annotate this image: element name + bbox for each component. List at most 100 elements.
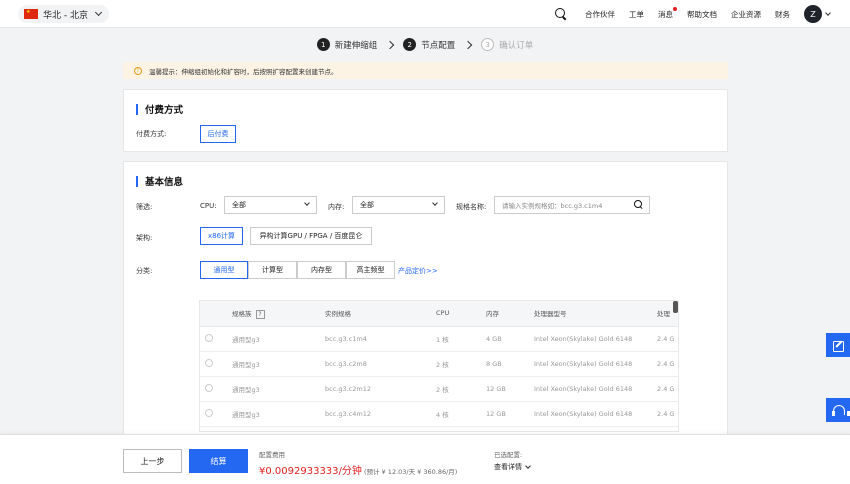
search-icon[interactable] xyxy=(555,8,567,20)
headset-icon xyxy=(832,404,850,416)
feedback-button[interactable] xyxy=(826,333,850,357)
memory-select[interactable]: 全部 xyxy=(352,196,445,214)
nav-tickets[interactable]: 工单 xyxy=(629,9,644,20)
tip-text: 温馨提示：伸缩组初始化和扩容时，后按照扩容配置来创建节点。 xyxy=(149,67,338,76)
product-pricing-link[interactable]: 产品定价>> xyxy=(398,266,438,276)
category-compute[interactable]: 计算型 xyxy=(248,261,297,279)
cell-cpu: 2 核 xyxy=(431,351,481,377)
cell-processor: Intel Xeon(Skylake) Gold 6148 xyxy=(529,376,652,402)
cell-cpu: 4 核 xyxy=(431,401,481,427)
cell-memory: 4 GB xyxy=(481,326,529,352)
cell-frequency: 2.4 G xyxy=(652,351,678,377)
radio-button[interactable] xyxy=(205,383,213,392)
basic-info-title-text: 基本信息 xyxy=(145,177,184,188)
step-1: 1 新建伸缩组 xyxy=(316,38,378,51)
cell-memory: 8 GB xyxy=(481,351,529,377)
selected-config-label: 已选配置: xyxy=(494,451,523,459)
nav-messages-label: 消息 xyxy=(658,9,673,19)
nav-help-docs[interactable]: 帮助文档 xyxy=(687,9,717,20)
cell-spec-family: 通用型g3 xyxy=(227,376,320,402)
notification-dot xyxy=(673,6,677,11)
region-selector[interactable]: 华北 - 北京 xyxy=(18,5,109,23)
nav-messages[interactable]: 消息 xyxy=(658,6,677,20)
cell-cpu: 1 核 xyxy=(431,326,481,352)
cell-instance-spec: bcc.g3.c4m12 xyxy=(320,401,431,427)
settle-button[interactable]: 结算 xyxy=(189,449,248,473)
fee-estimate: (预计 ¥ 12.03/天 ¥ 360.86/月) xyxy=(364,468,458,476)
previous-step-button[interactable]: 上一步 xyxy=(123,449,182,473)
row-select[interactable] xyxy=(200,376,227,402)
spec-search-button[interactable] xyxy=(629,197,649,213)
category-label: 分类: xyxy=(136,267,153,275)
edit-icon xyxy=(832,340,844,352)
payment-title-text: 付费方式 xyxy=(145,105,184,116)
fee-value: ¥0.0092933333/分钟 xyxy=(259,466,362,477)
category-high-frequency[interactable]: 高主频型 xyxy=(346,261,395,279)
cell-processor: Intel Xeon(Skylake) Gold 6148 xyxy=(529,401,652,427)
table-row[interactable]: 通用型g3 bcc.g3.c1m4 1 核 4 GB Intel Xeon(Sk… xyxy=(200,326,678,352)
customer-service-button[interactable] xyxy=(826,398,850,422)
header-select xyxy=(200,301,227,327)
instance-spec-table: 规格族? 实例规格 CPU 内存 处理器型号 处理 通用型g3 bcc.g3.c… xyxy=(199,300,679,432)
view-details-link[interactable]: 查看详情 xyxy=(494,462,531,472)
radio-button[interactable] xyxy=(205,408,213,417)
row-select[interactable] xyxy=(200,401,227,427)
step-2: 2 节点配置 xyxy=(403,38,455,51)
category-general[interactable]: 通用型 xyxy=(200,261,248,279)
cell-frequency: 2.4 G xyxy=(652,401,678,427)
chevron-down-icon xyxy=(432,200,438,206)
payment-title: 付费方式 xyxy=(136,102,183,116)
table-scrollbar[interactable] xyxy=(673,301,678,313)
memory-label: 内存: xyxy=(328,203,345,211)
china-flag-icon xyxy=(24,9,38,19)
basic-info-card: 基本信息 筛选: CPU: 全部 内存: 全部 规格名称: 请输入实例规格如：b… xyxy=(123,161,728,441)
step-number: 2 xyxy=(403,38,417,51)
cpu-select[interactable]: 全部 xyxy=(224,196,317,214)
postpaid-option[interactable]: 后付费 xyxy=(200,125,236,143)
table-row[interactable]: 通用型g3 bcc.g3.c2m8 2 核 8 GB Intel Xeon(Sk… xyxy=(200,351,678,377)
cell-spec-family: 通用型g3 xyxy=(227,351,320,377)
step-label: 新建伸缩组 xyxy=(334,40,378,51)
row-select[interactable] xyxy=(200,351,227,377)
category-memory[interactable]: 内存型 xyxy=(297,261,346,279)
avatar: Z xyxy=(804,5,822,23)
step-3: 3 确认订单 xyxy=(481,38,533,51)
arch-heterogeneous-option[interactable]: 异构计算GPU / FPGA / 百度昆仑 xyxy=(250,227,372,245)
header-cpu: CPU xyxy=(431,301,481,327)
chevron-down-icon xyxy=(94,8,103,17)
cell-frequency: 2.4 G xyxy=(652,326,678,352)
cell-memory: 12 GB xyxy=(481,401,529,427)
search-icon xyxy=(634,200,644,210)
header-instance-spec: 实例规格 xyxy=(320,301,431,327)
table-header-row: 规格族? 实例规格 CPU 内存 处理器型号 处理 xyxy=(200,301,678,327)
cell-spec-family: 通用型g3 xyxy=(227,401,320,427)
step-label: 节点配置 xyxy=(421,40,456,51)
row-select[interactable] xyxy=(200,326,227,352)
step-label: 确认订单 xyxy=(499,40,534,51)
arch-label: 架构: xyxy=(136,234,153,242)
payment-label: 付费方式: xyxy=(136,130,167,138)
nav-partners[interactable]: 合作伙伴 xyxy=(585,9,615,20)
radio-button[interactable] xyxy=(205,333,213,342)
cell-instance-spec: bcc.g3.c2m12 xyxy=(320,376,431,402)
payment-card: 付费方式 付费方式: 后付费 xyxy=(123,89,728,152)
warning-tip: ! 温馨提示：伸缩组初始化和扩容时，后按照扩容配置来创建节点。 xyxy=(123,62,728,79)
cell-processor: Intel Xeon(Skylake) Gold 6148 xyxy=(529,326,652,352)
nav-enterprise-resources[interactable]: 企业资源 xyxy=(731,9,761,20)
table-row[interactable]: 通用型g3 bcc.g3.c4m12 4 核 12 GB Intel Xeon(… xyxy=(200,401,678,427)
header-memory: 内存 xyxy=(481,301,529,327)
filter-label: 筛选: xyxy=(136,203,153,211)
fee-label: 配置费用 xyxy=(259,451,285,459)
spec-search-input[interactable]: 请输入实例规格如：bcc.g3.c1m4 xyxy=(494,196,650,214)
nav-finance[interactable]: 财务 xyxy=(775,9,790,20)
user-menu[interactable]: Z xyxy=(804,5,831,23)
step-number: 3 xyxy=(481,38,495,51)
table-row[interactable]: 通用型g3 bcc.g3.c2m12 2 核 12 GB Intel Xeon(… xyxy=(200,376,678,402)
cell-cpu: 2 核 xyxy=(431,376,481,402)
spec-name-label: 规格名称: xyxy=(456,203,487,211)
radio-button[interactable] xyxy=(205,358,213,367)
nav-menu: 合作伙伴 工单 消息 帮助文档 企业资源 财务 Z xyxy=(555,0,831,28)
arch-x86-option[interactable]: x86计算 xyxy=(200,227,243,245)
help-icon[interactable]: ? xyxy=(255,309,265,319)
chevron-right-icon xyxy=(464,40,473,49)
